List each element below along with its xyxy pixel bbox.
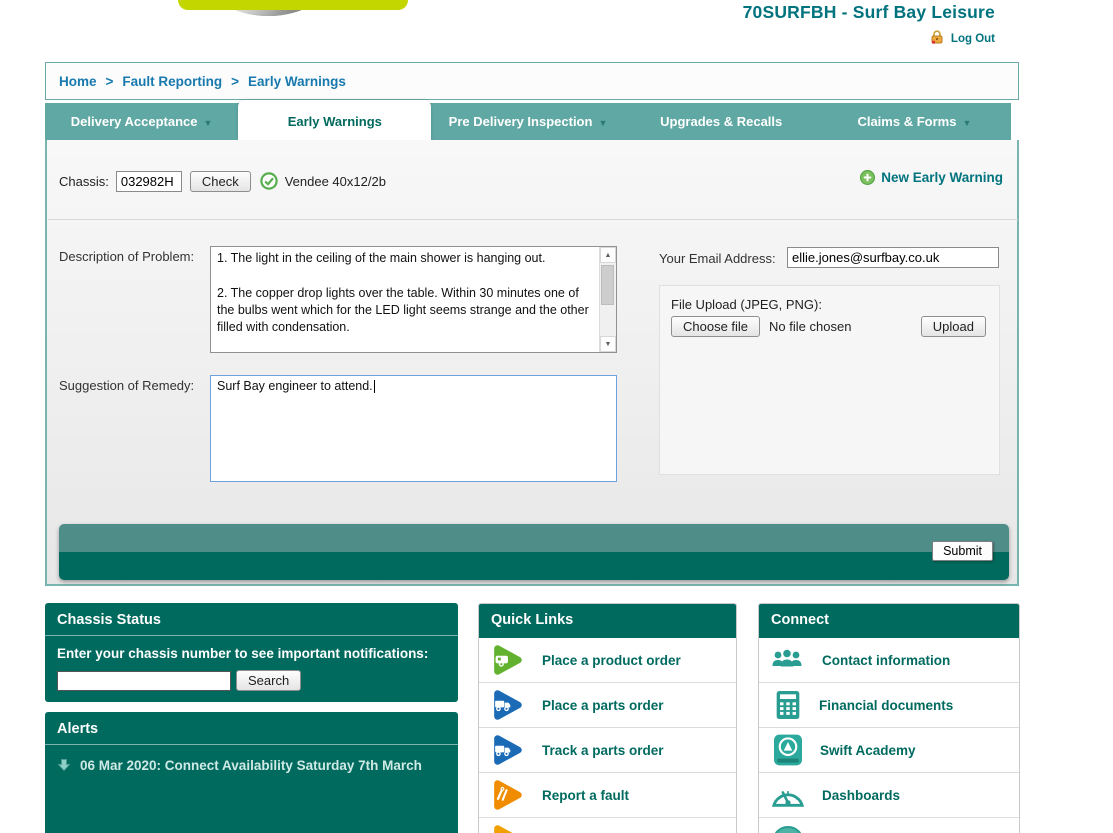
breadcrumb: Home > Fault Reporting > Early Warnings (45, 62, 1019, 100)
scroll-up-icon[interactable]: ▲ (600, 247, 616, 263)
download-arrow-icon (57, 759, 71, 772)
quick-link-track-parts-order[interactable]: Track a parts order (479, 728, 736, 773)
chassis-search-input[interactable] (57, 670, 231, 691)
tab-pre-delivery-inspection[interactable]: Pre Delivery Inspection ▼ (431, 103, 624, 140)
chassis-input[interactable] (115, 170, 182, 192)
check-success-icon (260, 172, 278, 190)
breadcrumb-separator: > (231, 73, 240, 89)
breadcrumb-early-warnings[interactable]: Early Warnings (248, 74, 346, 89)
section-divider (48, 219, 1018, 220)
breadcrumb-separator: > (105, 73, 114, 89)
tab-upgrades-recalls[interactable]: Upgrades & Recalls (625, 103, 818, 140)
alert-text: 06 Mar 2020: Connect Availability Saturd… (80, 758, 422, 773)
quick-link-report-a-fault[interactable]: Report a fault (479, 773, 736, 818)
dropdown-arrow-icon: ▼ (598, 117, 608, 128)
remedy-label: Suggestion of Remedy: (59, 378, 195, 393)
logout-button[interactable]: Log Out (595, 30, 995, 48)
triangle-icon (494, 825, 513, 833)
breadcrumb-home[interactable]: Home (59, 74, 97, 89)
description-text: 1. The light in the ceiling of the main … (217, 251, 589, 334)
quick-links-panel: Quick Links Place a product order Place … (478, 603, 737, 833)
connect-swift-academy[interactable]: Swift Academy (759, 728, 1019, 773)
alerts-panel: Alerts 06 Mar 2020: Connect Availability… (45, 712, 458, 833)
no-file-chosen-text: No file chosen (769, 319, 852, 334)
chassis-search-button[interactable]: Search (236, 670, 302, 691)
tab-delivery-acceptance[interactable]: Delivery Acceptance ▼ (45, 103, 238, 140)
tab-early-warnings[interactable]: Early Warnings (238, 100, 432, 140)
quick-link-place-parts-order[interactable]: Place a parts order (479, 683, 736, 728)
chassis-status-title: Chassis Status (57, 612, 161, 628)
submit-button[interactable]: Submit (932, 541, 993, 561)
plus-icon (860, 170, 876, 185)
dropdown-arrow-icon: ▼ (962, 117, 972, 128)
file-upload-box: File Upload (JPEG, PNG): Choose file No … (659, 285, 1000, 475)
page-title: 70SURFBH - Surf Bay Leisure (742, 2, 995, 22)
alerts-title: Alerts (57, 721, 99, 737)
gauge-icon (771, 791, 805, 807)
tab-bar: Delivery Acceptance ▼ Early Warnings Pre… (45, 100, 1011, 140)
people-icon (772, 649, 802, 667)
check-button[interactable]: Check (189, 170, 251, 192)
description-label: Description of Problem: (59, 249, 195, 264)
file-upload-label: File Upload (JPEG, PNG): (671, 297, 822, 312)
alert-item[interactable]: 06 Mar 2020: Connect Availability Saturd… (57, 755, 446, 773)
chassis-label: Chassis: (59, 173, 109, 189)
connect-partial[interactable] (759, 818, 1019, 833)
remedy-textarea[interactable]: Surf Bay engineer to attend. (210, 375, 617, 482)
remedy-text: Surf Bay engineer to attend. (217, 379, 373, 393)
connect-contact-information[interactable]: Contact information (759, 638, 1019, 683)
chassis-check-row: Chassis: Check Vendee 40x12/2b (59, 168, 386, 194)
connect-dashboards[interactable]: Dashboards (759, 773, 1019, 818)
scroll-down-icon[interactable]: ▼ (600, 336, 616, 352)
quick-links-title: Quick Links (479, 604, 736, 638)
connect-financial-documents[interactable]: Financial documents (759, 683, 1019, 728)
tab-claims-forms[interactable]: Claims & Forms ▼ (818, 103, 1011, 140)
email-field[interactable] (787, 247, 999, 268)
chassis-status-prompt: Enter your chassis number to see importa… (57, 646, 429, 661)
early-warnings-panel: Chassis: Check Vendee 40x12/2b New Early… (45, 140, 1019, 586)
academy-badge-icon (774, 734, 802, 766)
scrollbar[interactable]: ▲ ▼ (599, 247, 616, 352)
breadcrumb-fault-reporting[interactable]: Fault Reporting (122, 74, 222, 89)
submit-bar: Submit (59, 524, 1009, 580)
scroll-thumb[interactable] (601, 265, 614, 305)
page: 70SURFBH - Surf Bay Leisure Log Out Home… (0, 0, 1113, 833)
new-early-warning-link[interactable]: New Early Warning (860, 170, 1003, 185)
text-caret (373, 380, 375, 393)
connect-panel: Connect Contact information Financial do… (758, 603, 1020, 833)
description-textarea[interactable]: 1. The light in the ceiling of the main … (210, 246, 617, 353)
quick-link-partial[interactable] (479, 818, 736, 833)
choose-file-button[interactable]: Choose file (671, 316, 761, 337)
upload-button[interactable]: Upload (920, 316, 986, 337)
truck-triangle-icon (494, 690, 522, 720)
connect-title: Connect (759, 604, 1019, 638)
dropdown-arrow-icon: ▼ (203, 117, 213, 128)
chassis-status-panel: Chassis Status Enter your chassis number… (45, 603, 458, 702)
padlock-icon (929, 29, 945, 49)
quick-link-place-product-order[interactable]: Place a product order (479, 638, 736, 683)
promo-banner (178, 0, 408, 10)
logout-label: Log Out (950, 33, 995, 45)
calculator-icon (776, 691, 800, 719)
circle-icon (774, 826, 802, 833)
caravan-triangle-icon (494, 645, 522, 675)
email-label: Your Email Address: (659, 251, 776, 266)
chassis-model-text: Vendee 40x12/2b (284, 173, 386, 189)
truck-triangle-icon (494, 735, 522, 765)
tools-triangle-icon (494, 780, 522, 810)
